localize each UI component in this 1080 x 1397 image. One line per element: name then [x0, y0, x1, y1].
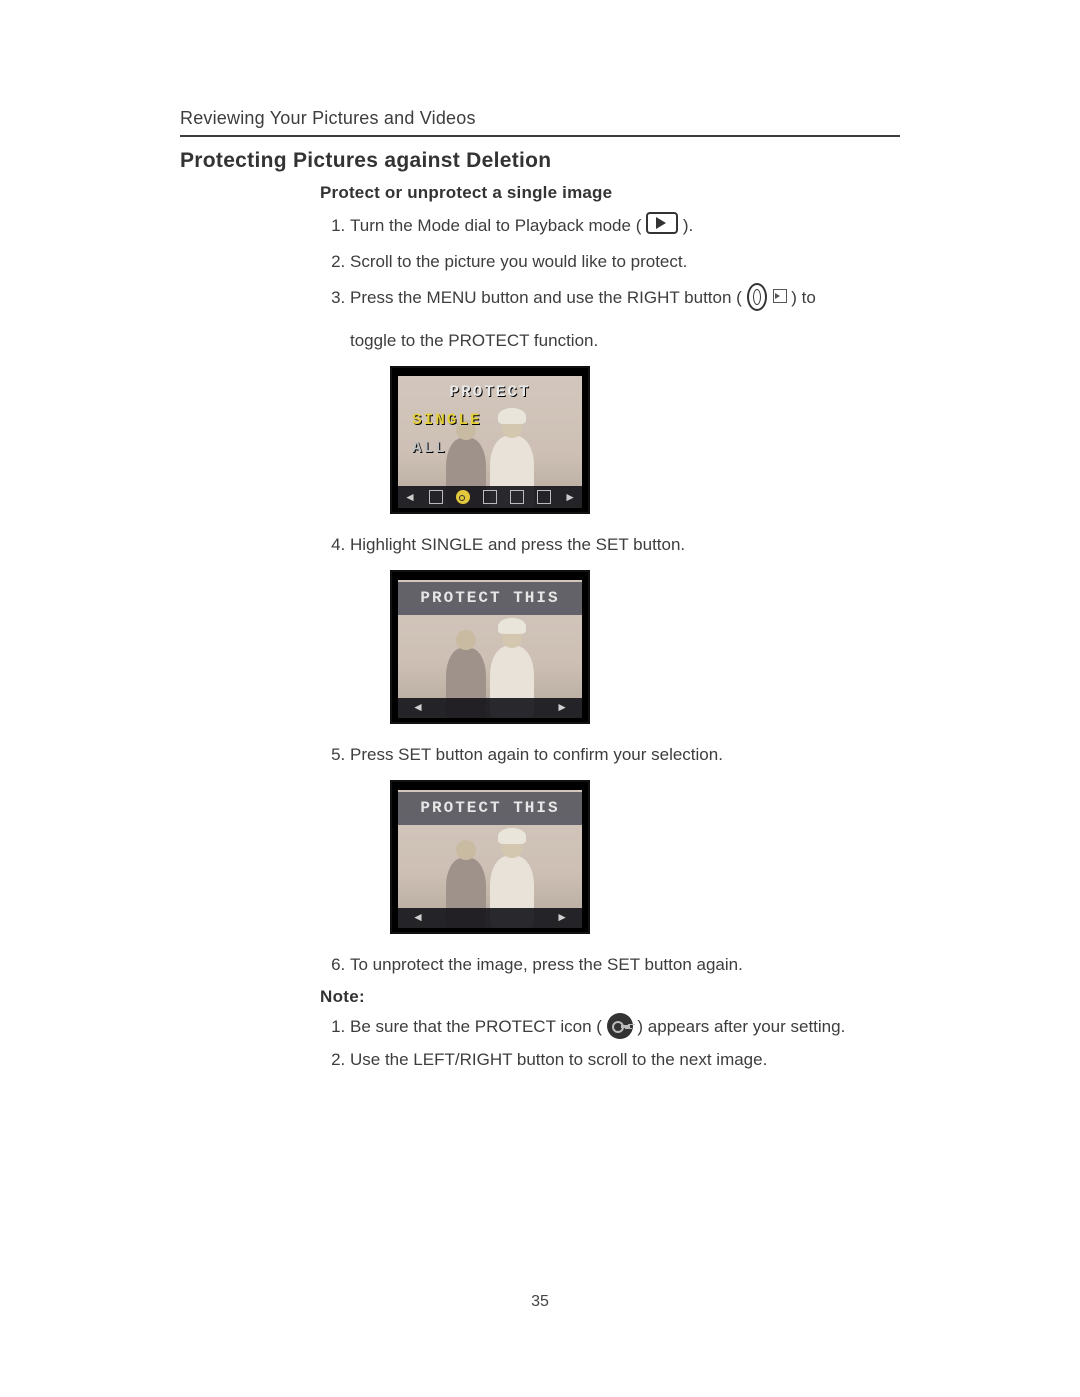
lcd1-iconbar: ◄ ► [398, 486, 582, 508]
key-hilite-icon [456, 490, 470, 504]
note-heading: Note: [320, 987, 900, 1007]
instruction-list: Turn the Mode dial to Playback mode ( ).… [320, 211, 900, 979]
step-3-text-b: ) to [791, 288, 816, 307]
lcd1-line3: ALL [398, 434, 582, 462]
note-1-b: ) appears after your setting. [637, 1017, 845, 1036]
step-1: Turn the Mode dial to Playback mode ( ). [350, 211, 900, 241]
lcd1-line1: PROTECT [398, 378, 582, 406]
lcd-screenshot-protect-this-1: PROTECT THIS ◄ ► [390, 570, 590, 724]
step-3: Press the MENU button and use the RIGHT … [350, 283, 900, 515]
page-number: 35 [0, 1293, 1080, 1311]
step-4-text: Highlight SINGLE and press the SET butto… [350, 535, 685, 554]
note-1: Be sure that the PROTECT icon ( ) appear… [350, 1011, 900, 1043]
step-2: Scroll to the picture you would like to … [350, 247, 900, 277]
lcd3-navbar: ◄ ► [398, 908, 582, 928]
lcd-screenshot-protect-this-2: PROTECT THIS ◄ ► [390, 780, 590, 934]
menu-icon-1 [429, 490, 443, 504]
menu-icon-2 [483, 490, 497, 504]
step-1-text-a: Turn the Mode dial to Playback mode ( [350, 216, 646, 235]
step-6: To unprotect the image, press the SET bu… [350, 950, 900, 980]
note-1-a: Be sure that the PROTECT icon ( [350, 1017, 607, 1036]
protect-key-icon [607, 1013, 633, 1039]
lcd1-line2: SINGLE [398, 406, 582, 434]
left-arrow-icon: ◄ [412, 907, 424, 928]
page-title: Protecting Pictures against Deletion [180, 149, 900, 173]
right-button-icon [747, 283, 787, 309]
lcd3-band: PROTECT THIS [398, 792, 582, 825]
section-subhead: Protect or unprotect a single image [320, 183, 900, 203]
step-3-text-a: Press the MENU button and use the RIGHT … [350, 288, 747, 307]
note-2: Use the LEFT/RIGHT button to scroll to t… [350, 1044, 900, 1076]
step-5: Press SET button again to confirm your s… [350, 740, 900, 934]
menu-icon-3 [510, 490, 524, 504]
step-4: Highlight SINGLE and press the SET butto… [350, 530, 900, 724]
right-arrow-icon: ► [556, 697, 568, 718]
playback-mode-icon [646, 212, 678, 234]
right-arrow-icon: ► [556, 907, 568, 928]
menu-icon-4 [537, 490, 551, 504]
lcd2-band: PROTECT THIS [398, 582, 582, 615]
step-5-text: Press SET button again to confirm your s… [350, 745, 723, 764]
left-arrow-icon: ◄ [404, 487, 416, 508]
lcd2-navbar: ◄ ► [398, 698, 582, 718]
left-arrow-icon: ◄ [412, 697, 424, 718]
manual-page: Reviewing Your Pictures and Videos Prote… [0, 0, 1080, 1397]
step-3-text-c: toggle to the PROTECT function. [350, 331, 598, 350]
right-arrow-icon: ► [564, 487, 576, 508]
running-header: Reviewing Your Pictures and Videos [180, 108, 900, 137]
step-1-text-b: ). [683, 216, 693, 235]
note-list: Be sure that the PROTECT icon ( ) appear… [320, 1011, 900, 1076]
lcd-screenshot-protect-menu: PROTECT SINGLE ALL ◄ ► [390, 366, 590, 514]
